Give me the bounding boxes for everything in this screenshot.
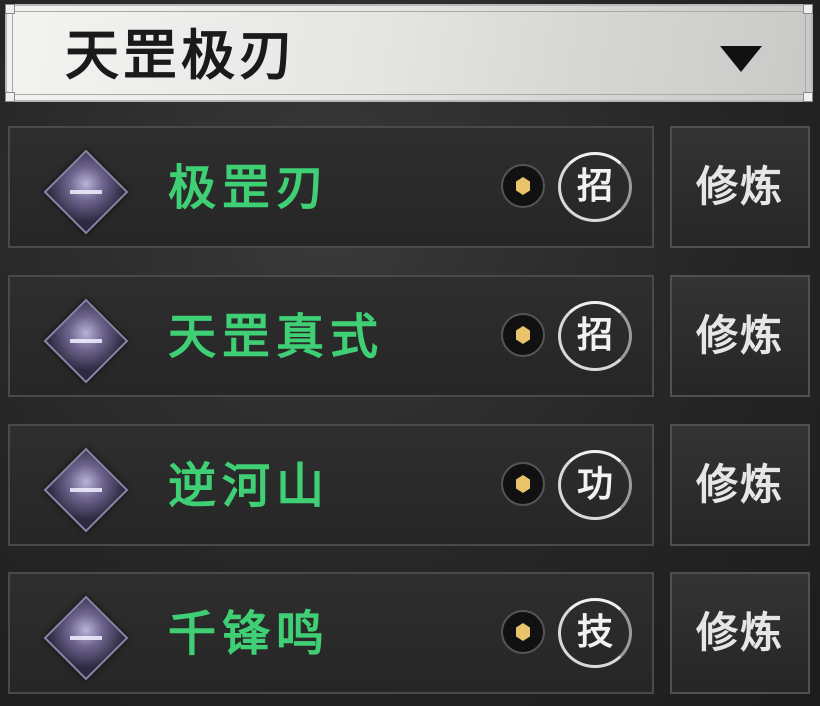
- practice-button[interactable]: 修炼: [670, 126, 810, 248]
- skill-name: 千锋鸣: [168, 606, 331, 662]
- skill-row: 天罡真式 招: [8, 275, 654, 397]
- gold-coin-icon: [501, 313, 545, 357]
- corner-ornament: [5, 4, 15, 14]
- gold-coin-icon: [501, 462, 545, 506]
- corner-ornament: [5, 92, 15, 102]
- skill-name: 逆河山: [168, 458, 331, 514]
- practice-button[interactable]: 修炼: [670, 572, 810, 694]
- gold-coin-icon: [501, 164, 545, 208]
- gold-coin-icon: [501, 610, 545, 654]
- skill-row: 千锋鸣 技: [8, 572, 654, 694]
- skill-row: 极罡刃 招: [8, 126, 654, 248]
- skill-row: 逆河山 功: [8, 424, 654, 546]
- corner-ornament: [803, 92, 813, 102]
- skill-type-badge: 功: [558, 450, 632, 520]
- mountain-burst-icon[interactable]: [43, 447, 129, 533]
- corner-ornament: [803, 4, 813, 14]
- skill-name: 极罡刃: [168, 160, 331, 216]
- skill-type-badge: 技: [558, 598, 632, 668]
- skill-name: 天罡真式: [168, 309, 385, 365]
- triangle-down-icon[interactable]: [720, 46, 762, 72]
- skill-set-selector[interactable]: 天罡极刃: [5, 4, 813, 102]
- warrior-strike-icon[interactable]: [43, 298, 129, 384]
- blade-slash-icon[interactable]: [43, 149, 129, 235]
- skill-type-badge: 招: [558, 152, 632, 222]
- practice-button[interactable]: 修炼: [670, 424, 810, 546]
- skill-set-title: 天罡极刃: [65, 23, 297, 87]
- skill-type-badge: 招: [558, 301, 632, 371]
- practice-button[interactable]: 修炼: [670, 275, 810, 397]
- thousand-blades-icon[interactable]: [43, 595, 129, 681]
